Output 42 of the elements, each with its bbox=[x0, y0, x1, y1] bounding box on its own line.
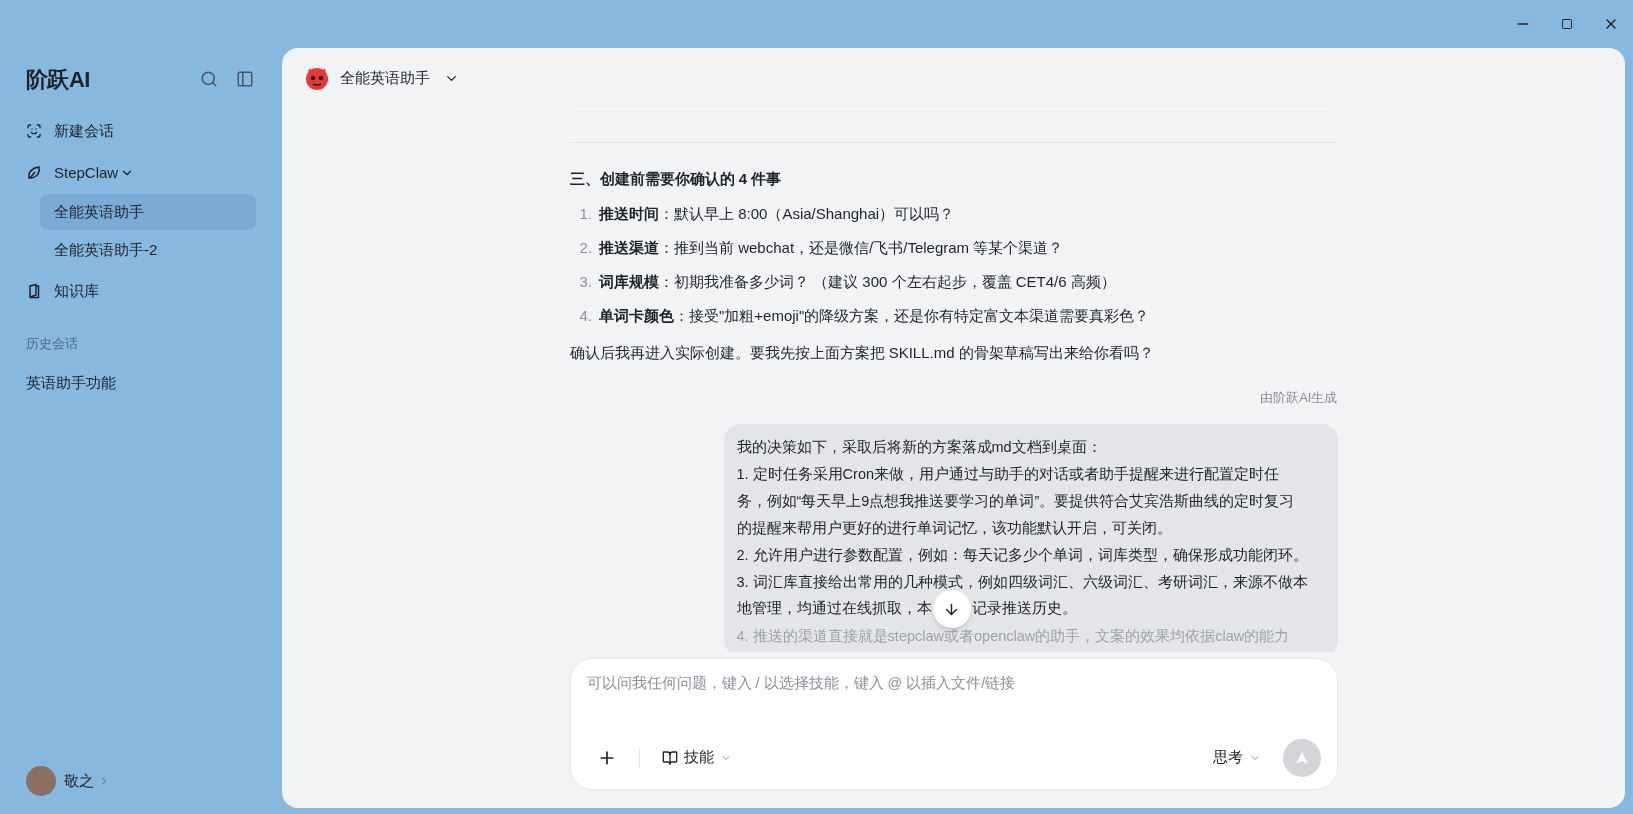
scroll-down-button[interactable] bbox=[932, 590, 971, 628]
list-number: 1. bbox=[579, 204, 592, 225]
message-line: 的提醒来帮用户更好的进行单词记忆，该功能默认开启，可关闭。 bbox=[736, 518, 1173, 538]
sidebar-sub-item[interactable]: 全能英语助手-2 bbox=[40, 232, 256, 268]
message-line: 记录推送历史。 bbox=[971, 599, 1077, 619]
book-icon bbox=[26, 283, 42, 299]
message-line: 4. 推送的渠道直接就是stepclaw或者openclaw的助手，文案的效果均依据claw的能力 bbox=[736, 626, 1291, 646]
search-icon[interactable] bbox=[200, 70, 218, 88]
list-item-text: 推送渠道：推到当前 webchat，还是微信/飞书/Telegram 等某个渠道？ bbox=[599, 238, 1064, 259]
list-item-text: 词库规模：初期我准备多少词？ （建议 300 个左右起步，覆盖 CET4/6 高频） bbox=[599, 272, 1116, 293]
answer-paragraph: 确认后我再进入实际创建。要我先按上面方案把 SKILL.md 的骨架草稿写出来给你看吗？ bbox=[569, 342, 1155, 363]
book-icon bbox=[661, 750, 678, 766]
message-line: 务，例如“每天早上9点想我推送要学习的单词”。要提供符合艾宾浩斯曲线的定时复习 bbox=[736, 491, 1296, 511]
sidebar-toggle-icon[interactable] bbox=[236, 70, 254, 88]
brand-logo-text: 阶跃AI bbox=[26, 65, 90, 94]
list-item-text: 单词卡颜色：接受"加粗+emoji"的降级方案，还是你有特定富文本渠道需要真彩色？ bbox=[599, 306, 1150, 327]
send-icon bbox=[1294, 751, 1309, 765]
generated-note: 由阶跃AI生成 bbox=[1260, 389, 1338, 407]
leaf-icon bbox=[26, 165, 42, 181]
list-number: 4. bbox=[579, 306, 592, 327]
message-line: 2. 允许用户进行参数配置，例如：每天记多少个单词，词库类型，确保形成功能闭环。 bbox=[736, 545, 1309, 565]
sidebar-sub-item[interactable]: 全能英语助手 bbox=[40, 194, 256, 230]
message-input-field[interactable]: 可以问我任何问题，键入 / 以选择技能，键入 @ 以插入文件/链接 bbox=[586, 673, 1321, 695]
sidebar-nav-item[interactable]: StepClaw bbox=[26, 152, 256, 194]
list-number: 3. bbox=[579, 272, 592, 293]
think-mode-button[interactable]: 思考 bbox=[1212, 747, 1261, 769]
message-line: 3. 词汇库直接给出常用的几种模式，例如四级词汇、六级词汇、考研词汇，来源不做本 bbox=[736, 572, 1309, 592]
maximize-icon[interactable] bbox=[1561, 18, 1573, 30]
list-number: 2. bbox=[579, 238, 592, 259]
message-line: 1. 定时任务采用Cron来做，用户通过与助手的对话或者助手提醒来进行配置定时任 bbox=[736, 464, 1281, 484]
sidebar-nav-item[interactable]: 新建会话 bbox=[26, 110, 256, 152]
sidebar-nav-item[interactable]: 知识库 bbox=[26, 270, 256, 312]
section-label: 历史会话 bbox=[26, 335, 79, 353]
message-line: 地管理，均通过在线抓取，本 bbox=[736, 599, 932, 619]
list-item-text: 推送时间：默认早上 8:00（Asia/Shanghai）可以吗？ bbox=[599, 204, 955, 225]
user-name[interactable]: 敬之 bbox=[64, 769, 94, 793]
assistant-name[interactable]: 全能英语助手 bbox=[340, 66, 430, 90]
skills-button[interactable]: 技能 bbox=[661, 747, 732, 769]
history-item[interactable]: 英语助手功能 bbox=[26, 365, 256, 402]
message-line: 我的决策如下，采取后将新的方案落成md文档到桌面： bbox=[736, 437, 1103, 457]
section-heading: 三、创建前需要你确认的 4 件事 bbox=[569, 169, 783, 189]
mascot-icon bbox=[304, 65, 330, 91]
